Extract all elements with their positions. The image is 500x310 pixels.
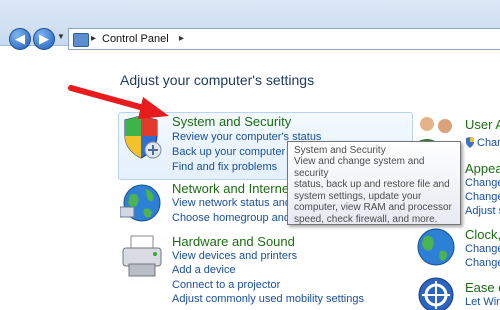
- link-add-device[interactable]: Add a device: [172, 264, 236, 276]
- shield-small-icon: [466, 137, 474, 148]
- category-clock-language-region[interactable]: Clock,: [465, 227, 500, 242]
- link-back-up[interactable]: Back up your computer: [172, 146, 285, 158]
- ease-of-access-icon[interactable]: [416, 275, 456, 310]
- address-bar[interactable]: ▸ Control Panel ▸: [68, 28, 500, 50]
- category-hardware-and-sound[interactable]: Hardware and Sound: [172, 234, 295, 249]
- category-ease-of-access[interactable]: Ease o: [465, 280, 500, 295]
- tooltip-line: View and change system and security: [294, 156, 425, 179]
- link-connect-projector[interactable]: Connect to a projector: [172, 279, 280, 291]
- link-appearance-change-2[interactable]: Change: [465, 191, 500, 203]
- category-user-accounts[interactable]: User A: [465, 117, 500, 132]
- printer-icon[interactable]: [121, 234, 165, 280]
- red-arrow-icon: [68, 85, 169, 119]
- link-let-windows[interactable]: Let Win: [465, 296, 500, 308]
- history-dropdown-icon[interactable]: ▼: [57, 32, 65, 41]
- network-globe-icon[interactable]: [120, 181, 166, 225]
- link-mobility-settings[interactable]: Adjust commonly used mobility settings: [172, 293, 364, 305]
- tooltip-line: system settings, update your: [294, 190, 422, 202]
- link-devices-printers[interactable]: View devices and printers: [172, 250, 297, 262]
- tooltip-line: computer, view RAM and processor: [294, 202, 452, 214]
- category-tooltip: System and Security View and change syst…: [287, 141, 461, 225]
- tooltip-body: View and change system and security stat…: [294, 156, 454, 226]
- category-system-and-security[interactable]: System and Security: [172, 114, 291, 129]
- tooltip-line: speed, check firewall, and more.: [294, 213, 438, 225]
- link-appearance-change-1[interactable]: Change: [465, 177, 500, 189]
- tooltip-title: System and Security: [294, 145, 386, 156]
- back-arrow-icon[interactable]: ◀: [9, 28, 31, 50]
- control-panel-icon: [73, 33, 89, 47]
- clock-globe-icon[interactable]: [414, 225, 458, 269]
- link-find-fix[interactable]: Find and fix problems: [172, 161, 277, 173]
- link-network-status[interactable]: View network status and ta: [172, 197, 303, 209]
- breadcrumb-control-panel[interactable]: Control Panel: [102, 33, 169, 45]
- link-appearance-adjust[interactable]: Adjust s: [465, 205, 500, 217]
- breadcrumb-separator[interactable]: ▸: [179, 33, 184, 44]
- link-user-change[interactable]: Char: [477, 137, 500, 149]
- tooltip-line: status, back up and restore file and: [294, 179, 450, 191]
- link-clock-change-2[interactable]: Change: [465, 257, 500, 269]
- forward-arrow-icon[interactable]: ▶: [33, 28, 55, 50]
- category-network-and-internet[interactable]: Network and Interne: [172, 181, 289, 196]
- category-appearance[interactable]: Appea: [465, 161, 500, 176]
- breadcrumb-separator[interactable]: ▸: [91, 33, 96, 44]
- link-clock-change-1[interactable]: Change: [465, 243, 500, 255]
